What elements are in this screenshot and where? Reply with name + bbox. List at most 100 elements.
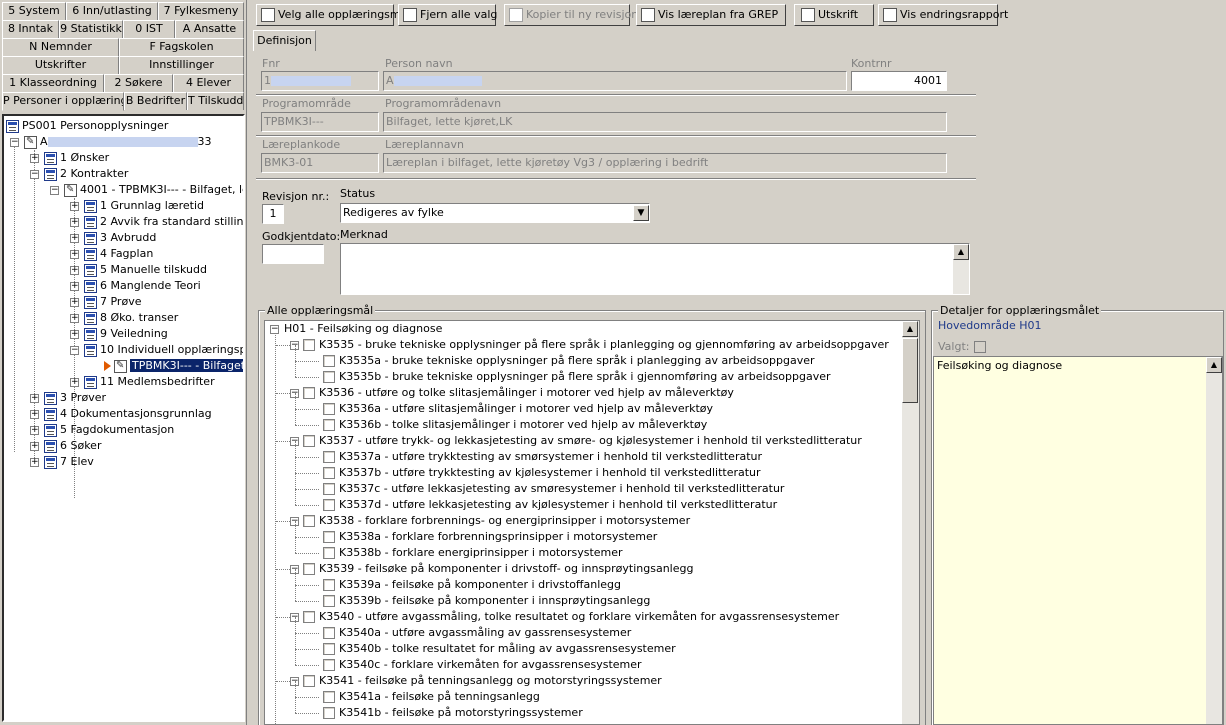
goal-item[interactable]: K3541 - feilsøke på tenningsanlegg og mo… (319, 673, 662, 689)
goal-item[interactable]: K3537d - utføre lekkasjetesting av kjøle… (339, 497, 777, 513)
goal-item[interactable]: K3538b - forklare energiprinsipper i mot… (339, 545, 623, 561)
collapse-icon[interactable]: − (70, 346, 79, 355)
goal-checkbox[interactable] (303, 675, 315, 687)
goal-checkbox[interactable] (323, 627, 335, 639)
tree-root[interactable]: PS001 Personopplysninger (6, 118, 168, 134)
goal-item[interactable]: K3540b - tolke resultatet for måling av … (339, 641, 676, 657)
goal-checkbox[interactable] (323, 403, 335, 415)
goal-item[interactable]: K3537c - utføre lekkasjetesting av smøre… (339, 481, 784, 497)
goal-item[interactable]: K3539 - feilsøke på komponenter i drivst… (319, 561, 693, 577)
view-grep-button[interactable]: Vis læreplan fra GREP (636, 4, 786, 26)
expand-icon[interactable]: + (30, 410, 39, 419)
remove-all-button[interactable]: Fjern alle valg (398, 4, 497, 26)
tree-item[interactable]: 7 Prøve (84, 294, 141, 310)
tree-item[interactable]: 1 Ønsker (44, 150, 109, 166)
goal-item[interactable]: K3536a - utføre slitasjemålinger i motor… (339, 401, 713, 417)
goal-item[interactable]: K3536 - utføre og tolke slitasjemålinger… (319, 385, 734, 401)
goal-checkbox[interactable] (323, 483, 335, 495)
goal-item[interactable]: K3536b - tolke slitasjemålinger i motore… (339, 417, 707, 433)
collapse-icon[interactable]: − (270, 325, 279, 334)
tree-item[interactable]: 5 Manuelle tilskudd (84, 262, 207, 278)
scroll-thumb[interactable] (902, 338, 918, 403)
expand-icon[interactable]: + (30, 442, 39, 451)
goal-item[interactable]: K3541a - feilsøke på tenningsanlegg (339, 689, 540, 705)
tab-klasseordning[interactable]: 1 Klasseordning (2, 74, 104, 92)
expand-icon[interactable]: + (30, 458, 39, 467)
goal-checkbox[interactable] (323, 371, 335, 383)
tab-statistikk[interactable]: 9 Statistikk (59, 20, 123, 38)
revision-field[interactable]: 1 (262, 204, 284, 224)
goal-checkbox[interactable] (303, 339, 315, 351)
goal-checkbox[interactable] (323, 659, 335, 671)
goal-checkbox[interactable] (303, 387, 315, 399)
goal-item[interactable]: K3537 - utføre trykk- og lekkasjetesting… (319, 433, 862, 449)
print-button[interactable]: Utskrift (794, 4, 874, 26)
goal-checkbox[interactable] (323, 451, 335, 463)
tree-item[interactable]: 4 Fagplan (84, 246, 153, 262)
tab-system[interactable]: 5 System (2, 2, 66, 20)
goal-checkbox[interactable] (323, 467, 335, 479)
tree-item[interactable]: 2 Avvik fra standard stillingsp (84, 214, 243, 230)
status-select[interactable]: Redigeres av fylke ▼ (340, 203, 650, 223)
expand-icon[interactable]: + (70, 378, 79, 387)
collapse-icon[interactable]: − (10, 138, 19, 147)
expand-icon[interactable]: + (70, 266, 79, 275)
chevron-down-icon[interactable]: ▼ (633, 205, 649, 221)
note-textarea[interactable]: ▲ (340, 243, 970, 295)
tab-fagskolen[interactable]: F Fagskolen (119, 38, 244, 56)
goal-item[interactable]: K3537b - utføre trykktesting av kjølesys… (339, 465, 761, 481)
expand-icon[interactable]: + (70, 250, 79, 259)
scroll-up-icon[interactable]: ▲ (1206, 357, 1222, 373)
goal-item[interactable]: K3540 - utføre avgassmåling, tolke resul… (319, 609, 839, 625)
tab-ansatte[interactable]: A Ansatte (175, 20, 244, 38)
goal-checkbox[interactable] (303, 611, 315, 623)
select-all-button[interactable]: Velg alle opplæringsmål (256, 4, 410, 26)
laereplankode-field[interactable]: BMK3-01 (261, 153, 379, 173)
goal-checkbox[interactable] (303, 435, 315, 447)
tab-inn-utlasting[interactable]: 6 Inn/utlasting (66, 2, 158, 20)
tab-bedrifter[interactable]: B Bedrifter (124, 92, 187, 110)
goal-checkbox[interactable] (323, 643, 335, 655)
goal-checkbox[interactable] (323, 707, 335, 719)
goals-tree[interactable]: − H01 - Feilsøking og diagnose − K3535 - … (264, 320, 920, 725)
fnr-field[interactable]: 1 (261, 71, 379, 91)
programomrade-field[interactable]: TPBMK3I--- (261, 112, 379, 132)
expand-icon[interactable]: + (70, 282, 79, 291)
tree-item[interactable]: 1 Grunnlag læretid (84, 198, 204, 214)
details-scrollbar[interactable]: ▲ (1206, 357, 1222, 724)
goal-item[interactable]: K3539b - feilsøke på komponenter i innsp… (339, 593, 650, 609)
goal-item[interactable]: K3539a - feilsøke på komponenter i drivs… (339, 577, 621, 593)
expand-icon[interactable]: + (30, 394, 39, 403)
programomradenavn-field[interactable]: Bilfaget, lette kjøret,LK (383, 112, 947, 132)
collapse-icon[interactable]: − (50, 186, 59, 195)
tree-item[interactable]: 8 Øko. transer (84, 310, 178, 326)
goal-item[interactable]: K3538a - forklare forbrenningsprinsipper… (339, 529, 657, 545)
approved-date-field[interactable] (262, 244, 324, 264)
tab-sokere[interactable]: 2 Søkere (104, 74, 173, 92)
scroll-up-icon[interactable]: ▲ (953, 244, 969, 260)
tree-item[interactable]: 3 Prøver (44, 390, 106, 406)
tab-nemnder[interactable]: N Nemnder (2, 38, 119, 56)
collapse-icon[interactable]: − (30, 170, 39, 179)
expand-icon[interactable]: + (70, 234, 79, 243)
goals-scrollbar[interactable]: ▲ (902, 321, 919, 724)
expand-icon[interactable]: + (70, 298, 79, 307)
expand-icon[interactable]: + (70, 202, 79, 211)
tree-item[interactable]: 10 Individuell opplæringsplan (84, 342, 243, 358)
tab-elever[interactable]: 4 Elever (173, 74, 244, 92)
tab-inntak[interactable]: 8 Inntak (2, 20, 59, 38)
goal-checkbox[interactable] (323, 691, 335, 703)
goal-item[interactable]: K3538 - forklare forbrennings- og energi… (319, 513, 690, 529)
tree-item[interactable]: 7 Elev (44, 454, 94, 470)
expand-icon[interactable]: + (30, 154, 39, 163)
goal-checkbox[interactable] (323, 531, 335, 543)
person-name-field[interactable]: A (383, 71, 847, 91)
scroll-up-icon[interactable]: ▲ (902, 321, 918, 337)
goal-item[interactable]: K3540c - forklare virkemåten for avgassr… (339, 657, 642, 673)
tree-item[interactable]: 6 Manglende Teori (84, 278, 201, 294)
tab-definition[interactable]: Definisjon (253, 30, 316, 51)
goal-item[interactable]: K3535b - bruke tekniske opplysninger på … (339, 369, 831, 385)
expand-icon[interactable]: + (70, 218, 79, 227)
tree-item[interactable]: 5 Fagdokumentasjon (44, 422, 174, 438)
goal-root[interactable]: H01 - Feilsøking og diagnose (284, 321, 442, 337)
